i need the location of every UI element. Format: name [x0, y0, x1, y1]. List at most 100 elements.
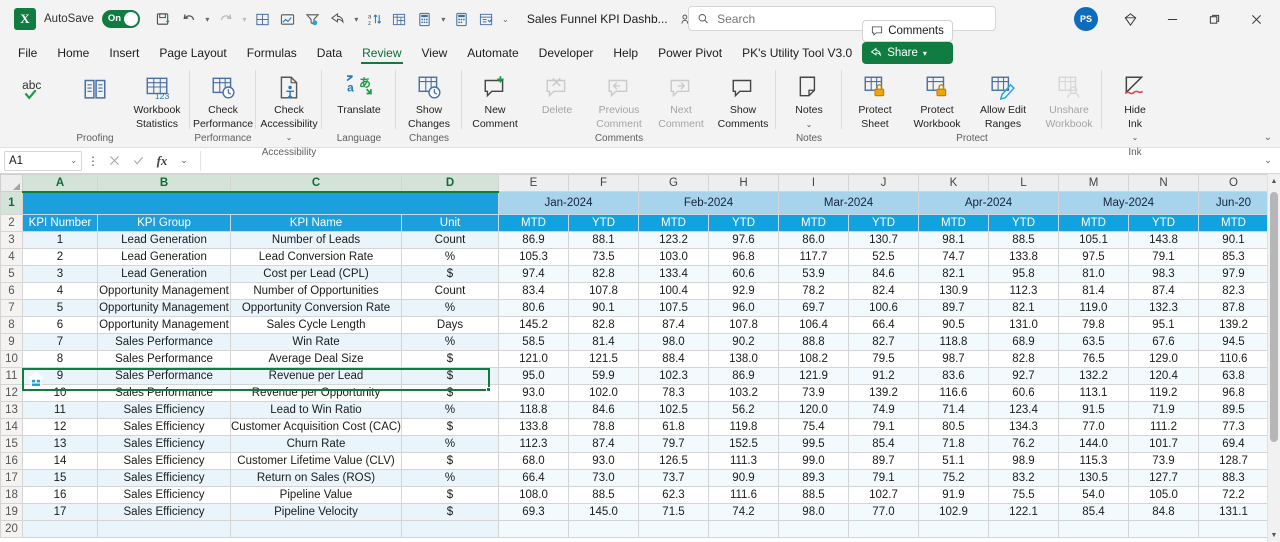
cell-value[interactable]: 86.0 [778, 231, 849, 249]
cell-value[interactable]: 77.3 [1198, 418, 1269, 436]
name-box-dropdown-icon[interactable]: ⌄ [70, 156, 77, 165]
cell-kpi-group[interactable]: Sales Efficiency [97, 503, 231, 521]
cell-value[interactable]: 53.9 [778, 265, 849, 283]
column-header-I[interactable]: I [778, 174, 849, 192]
cell-unit[interactable]: $ [401, 418, 499, 436]
cell-unit[interactable]: % [401, 435, 499, 453]
cell-unit[interactable]: Count [401, 282, 499, 300]
undo-dropdown-icon[interactable]: ▾ [202, 7, 213, 31]
row-header-12[interactable]: 12 [0, 384, 23, 402]
cell-value[interactable]: 83.4 [498, 282, 569, 300]
cell-value[interactable]: 79.7 [638, 435, 709, 453]
cell-value[interactable]: 123.2 [638, 231, 709, 249]
cell-value[interactable]: 88.4 [638, 350, 709, 368]
column-header-D[interactable]: D [401, 174, 499, 193]
cell-empty[interactable] [708, 520, 779, 538]
cell-value[interactable]: 83.2 [988, 469, 1059, 487]
cell-value[interactable]: 98.0 [638, 333, 709, 351]
cell-value[interactable]: 68.9 [988, 333, 1059, 351]
cell-value[interactable]: 100.6 [848, 299, 919, 317]
cell-value[interactable]: 88.5 [988, 231, 1059, 249]
cell-value[interactable]: 108.2 [778, 350, 849, 368]
cell-value[interactable]: 89.7 [918, 299, 989, 317]
cell-value[interactable]: 123.4 [988, 401, 1059, 419]
cell-value[interactable]: 71.8 [918, 435, 989, 453]
cell-value[interactable]: 105.3 [498, 248, 569, 266]
cell-value[interactable]: 77.0 [848, 503, 919, 521]
cell-kpi-number[interactable]: 11 [22, 401, 98, 419]
column-header-H[interactable]: H [708, 174, 779, 192]
tab-pk-s-utility-tool-v3-0[interactable]: PK's Utility Tool V3.0 [732, 44, 862, 64]
cell-kpi-name[interactable]: Sales Cycle Length [230, 316, 402, 334]
cell-empty[interactable] [1128, 520, 1199, 538]
cell-value[interactable]: 96.8 [708, 248, 779, 266]
avatar[interactable]: PS [1074, 7, 1098, 31]
cell-value[interactable]: 68.0 [498, 452, 569, 470]
column-header-L[interactable]: L [988, 174, 1059, 192]
select-all-corner[interactable] [0, 174, 23, 192]
cell-value[interactable]: 81.0 [1058, 265, 1129, 283]
tab-power-pivot[interactable]: Power Pivot [648, 44, 732, 64]
vertical-scrollbar[interactable]: ▲ ▼ [1267, 174, 1280, 542]
cell-value[interactable]: 143.8 [1128, 231, 1199, 249]
cell-value[interactable]: 113.1 [1058, 384, 1129, 402]
cell-value[interactable]: 97.6 [708, 231, 779, 249]
cell-kpi-group[interactable]: Opportunity Management [97, 282, 231, 300]
cell-value[interactable]: 74.9 [848, 401, 919, 419]
cell-kpi-group[interactable]: Opportunity Management [97, 299, 231, 317]
column-header-N[interactable]: N [1128, 174, 1199, 192]
cell-value[interactable]: 93.0 [498, 384, 569, 402]
cell-value[interactable]: 66.4 [848, 316, 919, 334]
cell-value[interactable]: 102.0 [568, 384, 639, 402]
cell-empty[interactable] [988, 520, 1059, 538]
ribbon-button-new-comment[interactable]: New Comment [464, 68, 526, 133]
cell-value[interactable]: 75.2 [918, 469, 989, 487]
cell-value[interactable]: 99.5 [778, 435, 849, 453]
formula-bar-options-icon[interactable]: ⋮ [86, 154, 100, 168]
cell-value[interactable]: 102.7 [848, 486, 919, 504]
cell-value[interactable]: 81.4 [568, 333, 639, 351]
tab-review[interactable]: Review [352, 44, 411, 64]
calculate-now-icon[interactable] [450, 7, 474, 31]
form-icon[interactable] [475, 7, 499, 31]
cell-value[interactable]: 97.9 [1198, 265, 1269, 283]
cell-value[interactable]: 98.7 [918, 350, 989, 368]
cell-value[interactable]: 82.8 [568, 316, 639, 334]
restore-button[interactable] [1194, 2, 1234, 36]
cell-value[interactable]: 106.4 [778, 316, 849, 334]
cell-kpi-number[interactable]: 7 [22, 333, 98, 351]
ribbon-button-thesaurus[interactable] [64, 68, 126, 108]
tab-file[interactable]: File [8, 44, 47, 64]
cell-unit[interactable]: $ [401, 384, 499, 402]
cell-value[interactable]: 88.5 [778, 486, 849, 504]
cell-value[interactable]: 82.3 [1198, 282, 1269, 300]
cell-kpi-name[interactable]: Pipeline Velocity [230, 503, 402, 521]
cell-value[interactable]: 87.4 [1128, 282, 1199, 300]
cell-value[interactable]: 119.2 [1128, 384, 1199, 402]
cell-kpi-number[interactable]: 14 [22, 452, 98, 470]
tab-insert[interactable]: Insert [99, 44, 149, 64]
cell-value[interactable]: 52.5 [848, 248, 919, 266]
cell-kpi-number[interactable]: 9 [22, 367, 98, 385]
pivot-table-icon[interactable] [388, 7, 412, 31]
cell-value[interactable]: 95.8 [988, 265, 1059, 283]
expand-formula-bar-icon[interactable]: ⌄ [1260, 155, 1276, 166]
cell-value[interactable]: 90.9 [708, 469, 779, 487]
cell-unit[interactable]: % [401, 401, 499, 419]
row-header-15[interactable]: 15 [0, 435, 23, 453]
cell-value[interactable]: 90.5 [918, 316, 989, 334]
share-export-icon[interactable] [326, 7, 350, 31]
cell-value[interactable]: 87.8 [1198, 299, 1269, 317]
cell-value[interactable]: 94.5 [1198, 333, 1269, 351]
column-header-G[interactable]: G [638, 174, 709, 192]
cell-value[interactable]: 97.4 [498, 265, 569, 283]
cell-empty[interactable] [401, 520, 499, 538]
row-header-17[interactable]: 17 [0, 469, 23, 487]
cell-unit[interactable]: Days [401, 316, 499, 334]
cell-value[interactable]: 120.0 [778, 401, 849, 419]
cell-kpi-group[interactable]: Lead Generation [97, 265, 231, 283]
cell-value[interactable]: 92.7 [988, 367, 1059, 385]
cell-value[interactable]: 110.6 [1198, 350, 1269, 368]
cell-value[interactable]: 145.0 [568, 503, 639, 521]
cell-kpi-number[interactable]: 1 [22, 231, 98, 249]
